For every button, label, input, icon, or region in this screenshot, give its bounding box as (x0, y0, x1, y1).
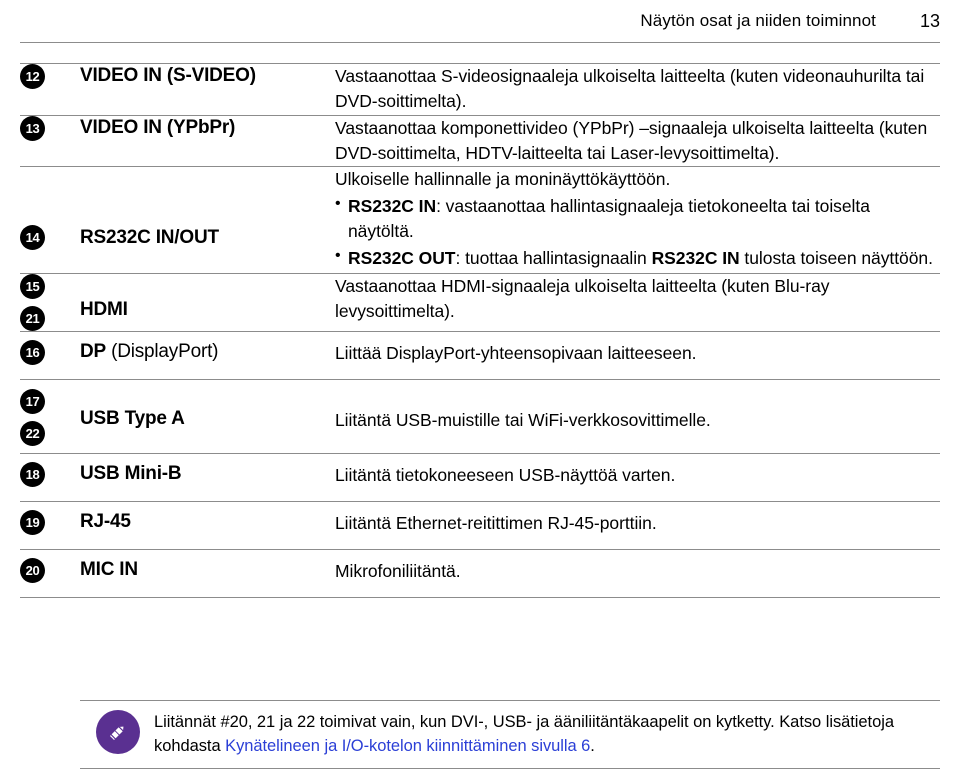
row-label-text: HDMI (80, 298, 128, 320)
table-row: 19 RJ-45 Liitäntä Ethernet-reitittimen R… (20, 502, 940, 550)
bullet-rest: tulosta toiseen näyttöön. (739, 247, 933, 268)
connector-spec-table: 12 VIDEO IN (S-VIDEO) Vastaanottaa S-vid… (20, 64, 940, 598)
list-item: RS232C OUT: tuottaa hallintasignaalin RS… (335, 245, 940, 271)
row-label: VIDEO IN (S-VIDEO) (80, 64, 335, 115)
row-label: DP (DisplayPort) (80, 331, 335, 379)
description-text: Vastaanottaa komponettivideo (YPbPr) –si… (335, 117, 928, 163)
description-text: Mikrofoniliitäntä. (335, 561, 461, 582)
description-text: Vastaanottaa S-videosignaaleja ulkoiselt… (335, 66, 925, 111)
bullet-lead: RS232C IN (348, 196, 437, 217)
description-intro: Ulkoiselle hallinnalle ja moninäyttökäyt… (335, 169, 671, 190)
row-label: USB Mini-B (80, 454, 335, 502)
row-badges: 12 (20, 64, 80, 115)
item-number-badge: 16 (20, 339, 45, 365)
table-row: 18 USB Mini-B Liitäntä tietokoneeseen US… (20, 454, 940, 502)
row-badges: 14 (20, 167, 80, 273)
description-text: Liitäntä USB-muistille tai WiFi-verkkoso… (335, 409, 711, 430)
row-description: Vastaanottaa HDMI-signaaleja ulkoiselta … (335, 273, 940, 331)
row-description: Vastaanottaa komponettivideo (YPbPr) –si… (335, 115, 940, 167)
description-text: Liitäntä Ethernet-reitittimen RJ-45-port… (335, 513, 657, 534)
note-text-after: . (590, 736, 595, 755)
row-description: Liitäntä Ethernet-reitittimen RJ-45-port… (335, 502, 940, 550)
row-label-suffix: (DisplayPort) (106, 340, 219, 362)
bullet-lead: RS232C OUT (348, 247, 456, 268)
description-bullets: RS232C IN: vastaanottaa hallintasignaale… (335, 193, 940, 271)
table-row: 17 22 USB Type A Liitäntä USB-muistille … (20, 379, 940, 454)
row-label: VIDEO IN (YPbPr) (80, 115, 335, 167)
row-label-text: USB Type A (80, 407, 185, 429)
item-number-badge: 13 (20, 115, 45, 141)
row-description: Liittää DisplayPort-yhteensopivaan laitt… (335, 331, 940, 379)
row-label: MIC IN (80, 550, 335, 598)
list-item: RS232C IN: vastaanottaa hallintasignaale… (335, 193, 940, 244)
item-number-badge: 22 (20, 420, 45, 446)
row-label-text: RJ-45 (80, 511, 131, 533)
item-number-badge: 19 (20, 510, 45, 536)
row-badges: 15 21 (20, 273, 80, 331)
table-row: 20 MIC IN Mikrofoniliitäntä. (20, 550, 940, 598)
description-text: Liittää DisplayPort-yhteensopivaan laitt… (335, 342, 697, 363)
row-badges: 19 (20, 502, 80, 550)
note-cross-reference-link[interactable]: Kynätelineen ja I/O-kotelon kiinnittämin… (225, 737, 590, 755)
description-text: Liitäntä tietokoneeseen USB-näyttöä vart… (335, 465, 676, 486)
page-number: 13 (919, 10, 940, 31)
row-label-text: VIDEO IN (S-VIDEO) (80, 65, 256, 86)
row-label: HDMI (80, 273, 335, 331)
item-number-badge: 14 (20, 225, 45, 251)
pencil-icon (96, 710, 140, 754)
page-title: Näytön osat ja niiden toiminnot (640, 11, 876, 30)
row-description: Mikrofoniliitäntä. (335, 550, 940, 598)
bullet-lead-secondary: RS232C IN (651, 247, 740, 268)
row-badges: 13 (20, 115, 80, 167)
row-badges: 17 22 (20, 379, 80, 454)
row-badges: 18 (20, 454, 80, 502)
item-number-badge: 21 (20, 305, 45, 331)
bullet-mid: : tuottaa hallintasignaalin (455, 247, 652, 268)
item-number-badge: 15 (20, 273, 45, 299)
row-description: Liitäntä tietokoneeseen USB-näyttöä vart… (335, 454, 940, 502)
row-label-text: USB Mini-B (80, 463, 182, 485)
table-row: 15 21 HDMI Vastaanottaa HDMI-signaaleja … (20, 273, 940, 332)
table-row: 16 DP (DisplayPort) Liittää DisplayPort-… (20, 331, 940, 380)
header-divider-top (20, 42, 940, 43)
description-text: Vastaanottaa HDMI-signaaleja ulkoiselta … (335, 275, 830, 321)
row-label-text: VIDEO IN (YPbPr) (80, 116, 236, 138)
row-label: USB Type A (80, 379, 335, 454)
row-label: RJ-45 (80, 502, 335, 550)
table-row: 13 VIDEO IN (YPbPr) Vastaanottaa kompone… (20, 115, 940, 167)
row-description: Ulkoiselle hallinnalle ja moninäyttökäyt… (335, 167, 940, 273)
item-number-badge: 18 (20, 462, 45, 488)
table-row: 12 VIDEO IN (S-VIDEO) Vastaanottaa S-vid… (20, 64, 940, 116)
item-number-badge: 20 (20, 558, 45, 584)
page-header: Näytön osat ja niiden toiminnot 13 (0, 6, 960, 36)
row-label-text: DP (80, 340, 106, 362)
row-description: Liitäntä USB-muistille tai WiFi-verkkoso… (335, 379, 940, 454)
row-label: RS232C IN/OUT (80, 167, 335, 273)
row-label-text: MIC IN (80, 559, 138, 581)
row-label-text: RS232C IN/OUT (80, 227, 219, 249)
row-badges: 16 (20, 331, 80, 379)
row-badges: 20 (20, 550, 80, 598)
item-number-badge: 17 (20, 388, 45, 414)
item-number-badge: 12 (20, 64, 45, 89)
row-description: Vastaanottaa S-videosignaaleja ulkoiselt… (335, 64, 940, 115)
note-text: Liitännät #20, 21 ja 22 toimivat vain, k… (154, 709, 940, 759)
note-callout: Liitännät #20, 21 ja 22 toimivat vain, k… (80, 700, 940, 769)
table-row: 14 RS232C IN/OUT Ulkoiselle hallinnalle … (20, 167, 940, 274)
